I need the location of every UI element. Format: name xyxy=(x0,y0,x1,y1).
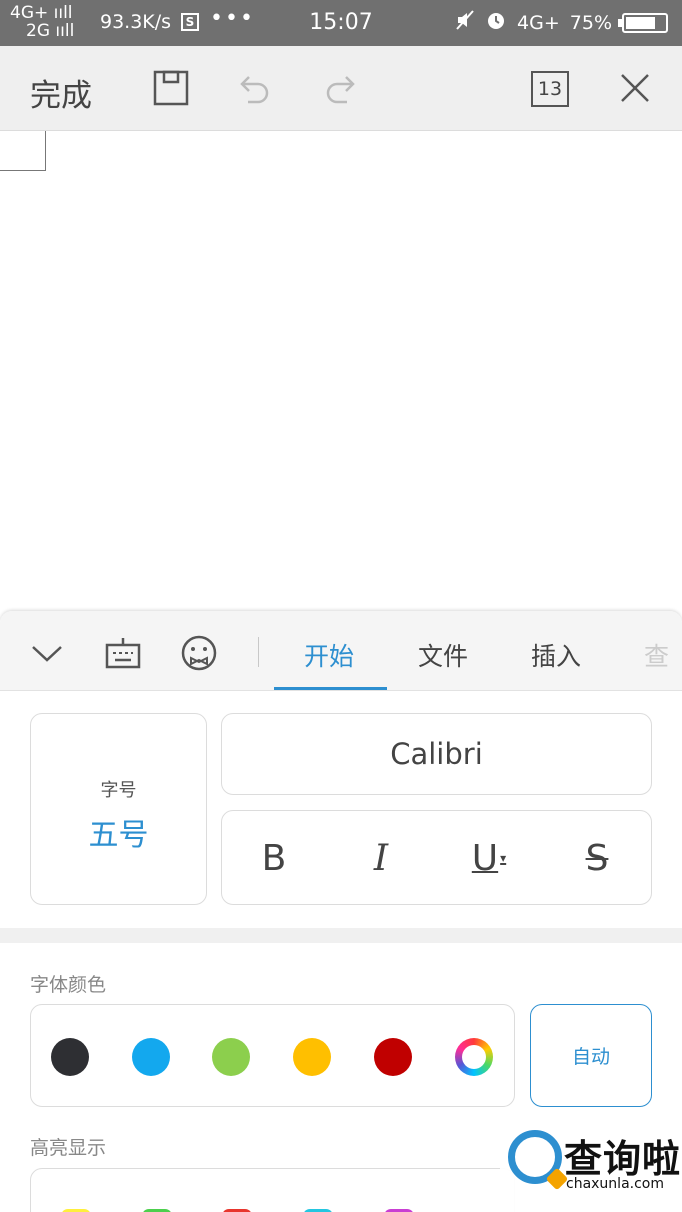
battery-fill xyxy=(626,16,655,29)
color-swatch-green[interactable] xyxy=(212,1038,250,1076)
highlight-label: 高亮显示 xyxy=(30,1137,107,1159)
strikethrough-button[interactable]: S xyxy=(572,833,622,883)
battery-percent: 75% xyxy=(569,11,612,34)
panel-tab-bar: 开始 文件 插入 查 xyxy=(0,611,682,691)
done-button[interactable]: 完成 xyxy=(30,70,92,115)
watermark: 查询啦 chaxunla.com xyxy=(500,1118,682,1212)
alarm-icon xyxy=(485,9,507,36)
save-icon[interactable] xyxy=(151,68,191,108)
page-count-button[interactable]: 13 xyxy=(531,71,569,107)
page-margin-marker xyxy=(0,131,46,171)
highlight-palette xyxy=(30,1168,515,1212)
watermark-logo-icon xyxy=(508,1130,562,1184)
bold-button[interactable]: B xyxy=(249,833,299,883)
font-color-palette xyxy=(30,1004,515,1107)
underline-button[interactable]: U ▾ xyxy=(464,833,514,883)
keyboard-icon[interactable] xyxy=(103,633,143,673)
font-size-button[interactable]: 字号 五号 xyxy=(30,713,207,905)
caret-down-icon: ▾ xyxy=(500,851,507,865)
color-picker-icon[interactable] xyxy=(455,1038,493,1076)
status-bar: 4G+ ııll 2G ııll 93.3K/s S ••• 15:07 4G+… xyxy=(0,0,682,46)
tab-insert[interactable]: 插入 xyxy=(531,637,581,673)
section-divider xyxy=(0,928,682,943)
color-swatch-yellow[interactable] xyxy=(293,1038,331,1076)
watermark-text: 查询啦 xyxy=(564,1137,682,1181)
undo-icon[interactable] xyxy=(235,68,275,108)
emoji-icon[interactable] xyxy=(179,633,219,673)
italic-button[interactable]: I xyxy=(356,833,406,883)
active-tab-indicator xyxy=(274,687,387,690)
font-size-value: 五号 xyxy=(88,818,149,853)
battery-icon xyxy=(618,12,668,33)
top-toolbar: 完成 13 xyxy=(0,46,682,131)
color-swatch-black[interactable] xyxy=(51,1038,89,1076)
tab-file[interactable]: 文件 xyxy=(418,637,468,673)
text-style-group: B I U ▾ S xyxy=(221,810,652,905)
tab-start[interactable]: 开始 xyxy=(304,637,354,673)
tab-review[interactable]: 查 xyxy=(644,637,682,673)
redo-icon[interactable] xyxy=(320,68,360,108)
tab-separator xyxy=(258,637,259,667)
font-size-label: 字号 xyxy=(100,780,137,801)
auto-color-button[interactable]: 自动 xyxy=(530,1004,652,1107)
color-swatch-blue[interactable] xyxy=(132,1038,170,1076)
underline-label: U xyxy=(471,837,499,879)
chevron-down-icon[interactable] xyxy=(27,633,67,673)
watermark-domain: chaxunla.com xyxy=(566,1176,664,1192)
close-icon[interactable] xyxy=(615,68,655,108)
color-swatch-red[interactable] xyxy=(374,1038,412,1076)
network-right: 4G+ xyxy=(517,11,560,34)
mute-icon xyxy=(455,9,475,36)
status-right: 4G+ 75% xyxy=(455,9,668,36)
document-canvas[interactable] xyxy=(0,131,682,611)
font-name-button[interactable]: Calibri xyxy=(221,713,652,795)
font-color-label: 字体颜色 xyxy=(30,974,107,996)
